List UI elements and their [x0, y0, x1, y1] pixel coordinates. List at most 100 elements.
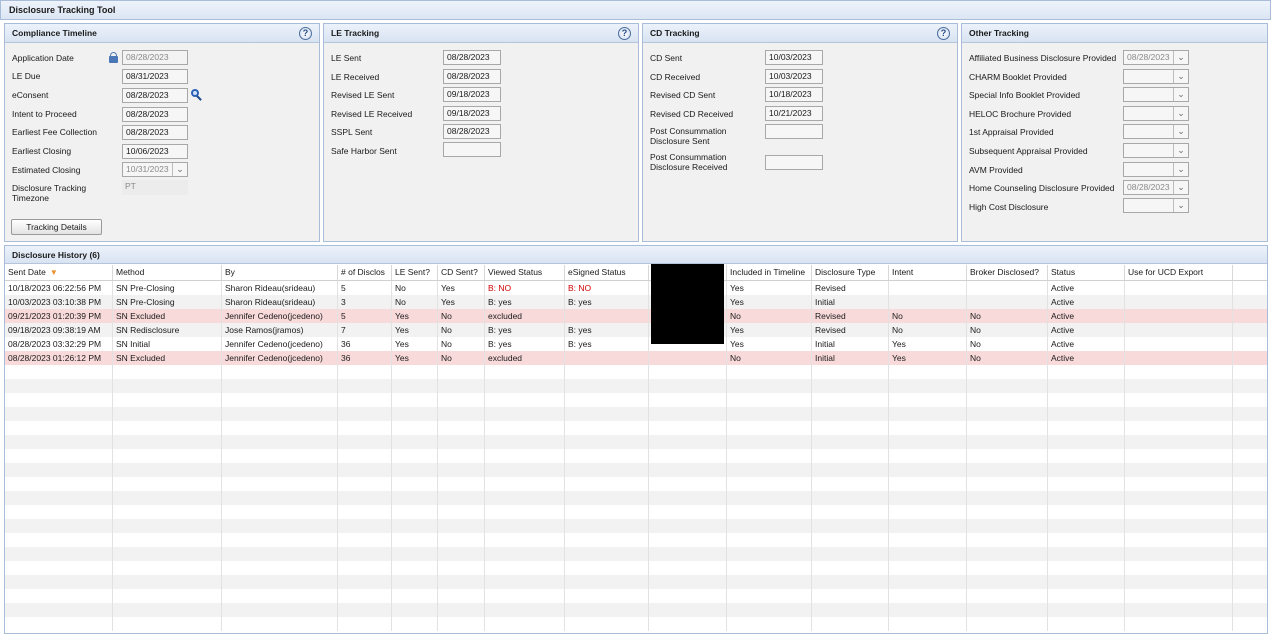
safe-harbor-sent-field[interactable] — [443, 142, 501, 157]
le-due-field[interactable]: 08/31/2023 — [122, 69, 188, 84]
cell-esigned-status — [565, 477, 649, 491]
chevron-down-icon[interactable]: ⌄ — [1173, 181, 1188, 194]
le-received-field[interactable]: 08/28/2023 — [443, 69, 501, 84]
cell-status — [1048, 603, 1125, 617]
column-header-ucd-export[interactable]: Use for UCD Export — [1125, 265, 1233, 280]
cell-intent — [889, 477, 967, 491]
cell-status: Active — [1048, 309, 1125, 323]
cell-cd-sent — [438, 603, 485, 617]
column-header-included-in-timeline[interactable]: Included in Timeline — [727, 265, 812, 280]
cell-method — [113, 561, 222, 575]
help-icon[interactable]: ? — [299, 27, 312, 40]
cell-by — [222, 519, 338, 533]
cell-ucd-export — [1125, 491, 1233, 505]
first-appraisal-combo[interactable]: ⌄ — [1123, 124, 1189, 139]
column-header-method[interactable]: Method — [113, 265, 222, 280]
cd-tracking-header: CD Tracking ? — [643, 24, 957, 43]
le-sent-field[interactable]: 08/28/2023 — [443, 50, 501, 65]
estimated-closing-value: 10/31/2023 — [126, 164, 169, 174]
table-row[interactable]: 10/03/2023 03:10:38 PM SN Pre-Closing Shar… — [5, 295, 1267, 309]
chevron-down-icon[interactable]: ⌄ — [1173, 51, 1188, 64]
special-info-booklet-combo[interactable]: ⌄ — [1123, 87, 1189, 102]
column-header-le-sent[interactable]: LE Sent? — [392, 265, 438, 280]
cell-esigned-status — [565, 351, 649, 365]
cell-sent-date — [5, 435, 113, 449]
cell-sent-date — [5, 463, 113, 477]
revised-le-received-field[interactable]: 09/18/2023 — [443, 106, 501, 121]
compliance-timeline-header: Compliance Timeline ? — [5, 24, 319, 43]
chevron-down-icon[interactable]: ⌄ — [1173, 144, 1188, 157]
column-header-viewed-status[interactable]: Viewed Status — [485, 265, 565, 280]
cd-sent-field[interactable]: 10/03/2023 — [765, 50, 823, 65]
cell-broker-disclosed — [967, 477, 1048, 491]
earliest-closing-field[interactable]: 10/06/2023 — [122, 144, 188, 159]
cell-broker-disclosed: No — [967, 309, 1048, 323]
table-row[interactable]: 08/28/2023 03:32:29 PM SN Initial Jennifer… — [5, 337, 1267, 351]
table-row[interactable]: 09/18/2023 09:38:19 AM SN Redisclosure Jos… — [5, 323, 1267, 337]
intent-to-proceed-label: Intent to Proceed — [12, 109, 77, 119]
revised-cd-received-field[interactable]: 10/21/2023 — [765, 106, 823, 121]
cell-broker-disclosed — [967, 407, 1048, 421]
column-header-disclosure-type[interactable]: Disclosure Type — [812, 265, 889, 280]
post-consummation-sent-field[interactable] — [765, 124, 823, 139]
earliest-fee-collection-field[interactable]: 08/28/2023 — [122, 125, 188, 140]
avm-provided-label: AVM Provided — [969, 165, 1023, 175]
chevron-down-icon[interactable]: ⌄ — [1173, 163, 1188, 176]
column-header-esigned-status[interactable]: eSigned Status — [565, 265, 649, 280]
cd-received-field[interactable]: 10/03/2023 — [765, 69, 823, 84]
charm-booklet-combo[interactable]: ⌄ — [1123, 69, 1189, 84]
chevron-down-icon[interactable]: ⌄ — [1173, 199, 1188, 212]
chevron-down-icon[interactable]: ⌄ — [172, 163, 187, 176]
column-header-num-disclosures[interactable]: # of Disclos — [338, 265, 392, 280]
chevron-down-icon[interactable]: ⌄ — [1173, 88, 1188, 101]
cell-included-in-timeline — [727, 365, 812, 379]
revised-cd-sent-field[interactable]: 10/18/2023 — [765, 87, 823, 102]
cell-num-disclosures — [338, 491, 392, 505]
cell-ucd-export — [1125, 337, 1233, 351]
cell-num-disclosures — [338, 407, 392, 421]
sort-descending-icon[interactable]: ▼ — [50, 268, 58, 277]
avm-provided-combo[interactable]: ⌄ — [1123, 162, 1189, 177]
column-header-intent[interactable]: Intent — [889, 265, 967, 280]
tracking-details-button[interactable]: Tracking Details — [11, 219, 102, 235]
table-row[interactable]: 08/28/2023 01:26:12 PM SN Excluded Jennife… — [5, 351, 1267, 365]
revised-le-sent-field[interactable]: 09/18/2023 — [443, 87, 501, 102]
column-header-cd-sent[interactable]: CD Sent? — [438, 265, 485, 280]
cell-broker-disclosed: No — [967, 351, 1048, 365]
estimated-closing-combo[interactable]: 10/31/2023 ⌄ — [122, 162, 188, 177]
column-header-broker-disclosed[interactable]: Broker Disclosed? — [967, 265, 1048, 280]
cell-esigned-status: B: yes — [565, 295, 649, 309]
help-icon[interactable]: ? — [618, 27, 631, 40]
empty-table-row — [5, 603, 1267, 617]
search-icon[interactable] — [191, 89, 203, 101]
subsequent-appraisal-combo[interactable]: ⌄ — [1123, 143, 1189, 158]
sspl-sent-field[interactable]: 08/28/2023 — [443, 124, 501, 139]
cell-intent — [889, 491, 967, 505]
affiliated-business-combo[interactable]: 08/28/2023 ⌄ — [1123, 50, 1189, 65]
column-header-sent-date[interactable]: Sent Date ▼ — [5, 265, 113, 280]
chevron-down-icon[interactable]: ⌄ — [1173, 107, 1188, 120]
cell-esigned-status — [565, 491, 649, 505]
column-header-by[interactable]: By — [222, 265, 338, 280]
chevron-down-icon[interactable]: ⌄ — [1173, 125, 1188, 138]
column-header-status[interactable]: Status — [1048, 265, 1125, 280]
cell-viewed-status: excluded — [485, 309, 565, 323]
post-consummation-received-field[interactable] — [765, 155, 823, 170]
column-header-label: Included in Timeline — [730, 267, 806, 277]
cell-status — [1048, 575, 1125, 589]
cell-broker-disclosed — [967, 589, 1048, 603]
cell-intent — [889, 617, 967, 631]
home-counseling-combo[interactable]: 08/28/2023 ⌄ — [1123, 180, 1189, 195]
high-cost-disclosure-combo[interactable]: ⌄ — [1123, 198, 1189, 213]
cell-le-sent — [392, 407, 438, 421]
chevron-down-icon[interactable]: ⌄ — [1173, 70, 1188, 83]
cell-intent: Yes — [889, 337, 967, 351]
table-row[interactable]: 09/21/2023 01:20:39 PM SN Excluded Jennife… — [5, 309, 1267, 323]
help-icon[interactable]: ? — [937, 27, 950, 40]
table-row[interactable]: 10/18/2023 06:22:56 PM SN Pre-Closing Shar… — [5, 281, 1267, 295]
first-appraisal-label: 1st Appraisal Provided — [969, 127, 1054, 137]
cell-status — [1048, 449, 1125, 463]
intent-to-proceed-field[interactable]: 08/28/2023 — [122, 107, 188, 122]
heloc-brochure-combo[interactable]: ⌄ — [1123, 106, 1189, 121]
econsent-field[interactable]: 08/28/2023 — [122, 88, 188, 103]
